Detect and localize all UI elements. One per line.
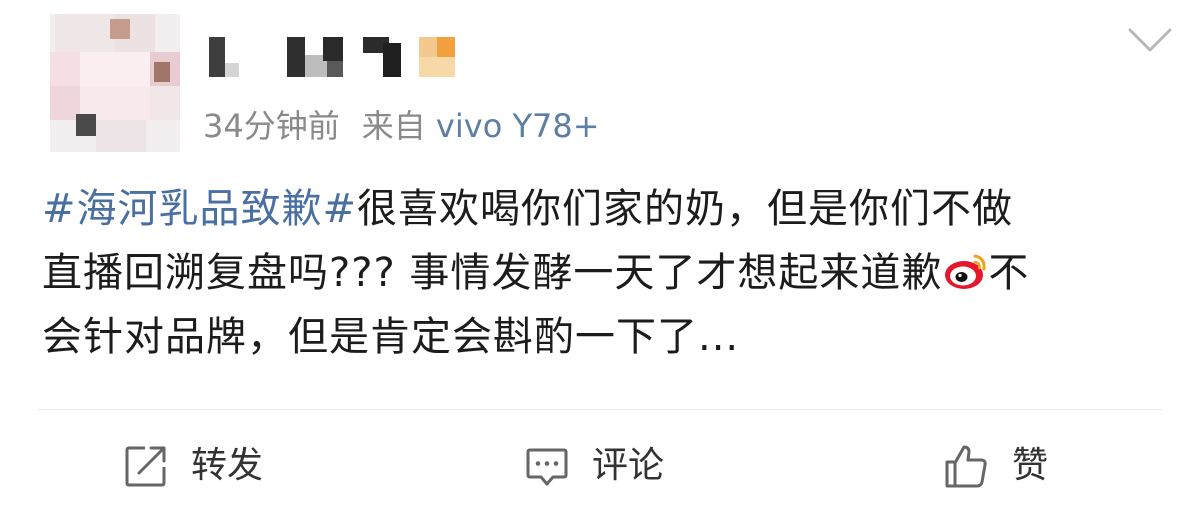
author-name-pixelated[interactable] (205, 35, 465, 79)
post-line-3: 会针对品牌，但是肯定会斟酌一下了... (42, 305, 1167, 369)
comment-button[interactable]: 评论 (524, 436, 664, 496)
repost-icon (123, 443, 169, 489)
comment-icon (524, 443, 570, 489)
name-pixel (327, 61, 343, 77)
source-device-link[interactable]: vivo Y78+ (436, 107, 600, 145)
name-pixel (419, 57, 455, 77)
name-pixel (437, 37, 455, 57)
avatar-pixel (80, 52, 150, 86)
name-pixel (225, 63, 239, 77)
divider (38, 409, 1162, 410)
comment-label: 评论 (592, 445, 665, 486)
like-button[interactable]: 赞 (942, 436, 1048, 496)
post-text-segment: 会针对品牌，但是肯定会斟酌一下了... (42, 314, 740, 360)
name-pixel (209, 37, 225, 77)
name-pixel (419, 37, 437, 57)
avatar-pixel (76, 114, 96, 136)
weibo-logo-icon (942, 247, 988, 289)
name-pixel (287, 37, 305, 77)
avatar-pixel (150, 86, 180, 120)
source-prefix: 来自 (361, 107, 426, 145)
avatar-pixel (50, 52, 80, 86)
post-meta: 34分钟前 来自 vivo Y78+ (203, 104, 600, 148)
avatar-pixel (55, 14, 115, 52)
post-line-2: 直播回溯复盘吗??? 事情发酵一天了才想起来道歉 不 (42, 241, 1167, 305)
post-text-segment: 很喜欢喝你们家的奶，但是你们不做 (357, 186, 1014, 232)
chevron-down-icon[interactable] (1128, 26, 1172, 56)
avatar-pixel (110, 19, 130, 39)
post-line-1: #海河乳品致歉#很喜欢喝你们家的奶，但是你们不做 (42, 177, 1167, 241)
post-text-segment: 直播回溯复盘吗??? 事情发酵一天了才想起来道歉 (42, 250, 943, 296)
repost-label: 转发 (191, 445, 264, 486)
thumbs-up-icon (942, 442, 990, 490)
name-pixel (323, 37, 343, 61)
post-text-segment: 不 (988, 250, 1030, 296)
avatar-pixel (154, 62, 170, 82)
avatar-pixel (96, 120, 146, 152)
post-body: #海河乳品致歉#很喜欢喝你们家的奶，但是你们不做 直播回溯复盘吗??? 事情发酵… (42, 177, 1167, 369)
avatar[interactable] (50, 14, 180, 152)
post-time: 34分钟前 (203, 107, 340, 145)
name-pixel (383, 43, 401, 77)
repost-button[interactable]: 转发 (123, 436, 263, 496)
like-label: 赞 (1012, 445, 1049, 486)
hashtag-link[interactable]: #海河乳品致歉# (42, 186, 357, 232)
